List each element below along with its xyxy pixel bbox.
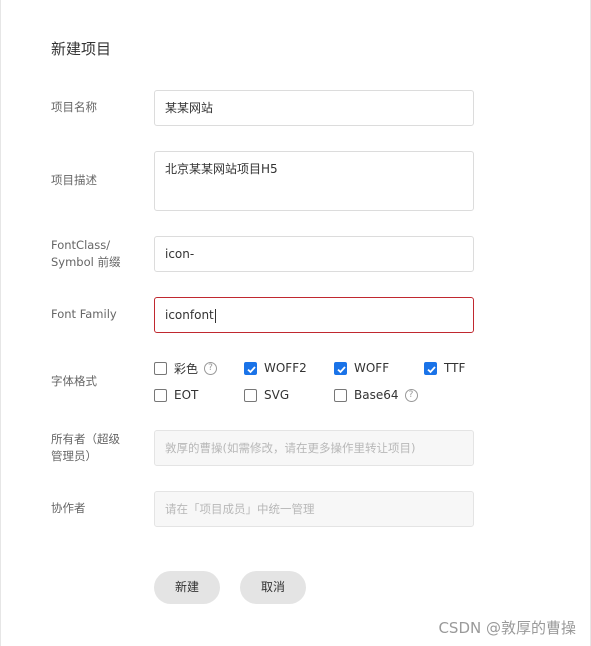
cancel-button[interactable]: 取消	[240, 571, 306, 604]
new-project-dialog: 新建项目 项目名称 某某网站 项目描述 北京某某网站项目H5 FontClass…	[0, 0, 591, 646]
checkbox-checked-icon	[424, 361, 437, 375]
checkbox-checked-icon	[334, 361, 347, 375]
format-label-svg: SVG	[264, 388, 290, 402]
format-label-woff2: WOFF2	[264, 361, 307, 375]
project-name-label: 项目名称	[51, 100, 97, 114]
format-checkbox-woff[interactable]: WOFF	[334, 360, 389, 376]
owner-label-line1: 所有者（超级	[51, 432, 120, 446]
project-name-input[interactable]: 某某网站	[154, 90, 474, 126]
checkbox-checked-icon	[244, 361, 257, 375]
collaborators-input: 请在「项目成员」中统一管理	[154, 491, 474, 527]
format-checkbox-ttf[interactable]: TTF	[424, 360, 465, 376]
owner-label: 所有者（超级 管理员）	[51, 431, 120, 465]
owner-label-line2: 管理员）	[51, 449, 97, 463]
checkbox-unchecked-icon	[154, 388, 167, 402]
format-label-woff: WOFF	[354, 361, 390, 375]
format-label-base64: Base64	[354, 388, 399, 402]
format-label-color: 彩色	[174, 361, 199, 376]
format-checkbox-color[interactable]: 彩色 ?	[154, 360, 218, 376]
checkbox-unchecked-icon	[154, 361, 167, 375]
format-label-eot: EOT	[174, 388, 199, 402]
question-icon[interactable]: ?	[404, 388, 418, 402]
collaborators-label: 协作者	[51, 501, 86, 515]
dialog-title: 新建项目	[51, 40, 112, 58]
prefix-label-line1: FontClass/	[51, 238, 111, 252]
checkbox-unchecked-icon	[334, 388, 347, 402]
create-button[interactable]: 新建	[154, 571, 220, 604]
prefix-input[interactable]: icon-	[154, 236, 474, 272]
format-checkbox-eot[interactable]: EOT	[154, 387, 198, 403]
watermark: CSDN @敦厚的曹操	[438, 619, 576, 637]
checkbox-unchecked-icon	[244, 388, 257, 402]
format-label-ttf: TTF	[444, 361, 466, 375]
format-checkbox-svg[interactable]: SVG	[244, 387, 289, 403]
font-family-label: Font Family	[51, 307, 117, 321]
format-checkbox-woff2[interactable]: WOFF2	[244, 360, 307, 376]
format-checkbox-base64[interactable]: Base64 ?	[334, 387, 418, 403]
font-family-input[interactable]: iconfont	[154, 297, 474, 333]
prefix-label: FontClass/ Symbol 前缀	[51, 237, 121, 271]
prefix-label-line2: Symbol 前缀	[51, 255, 121, 269]
question-icon[interactable]: ?	[204, 361, 218, 375]
text-caret	[214, 308, 216, 323]
owner-input: 敦厚的曹操(如需修改，请在更多操作里转让项目)	[154, 430, 474, 466]
project-description-textarea[interactable]: 北京某某网站项目H5	[154, 151, 474, 211]
font-format-label: 字体格式	[51, 374, 97, 388]
project-description-label: 项目描述	[51, 173, 97, 187]
font-family-value: iconfont	[165, 308, 214, 322]
